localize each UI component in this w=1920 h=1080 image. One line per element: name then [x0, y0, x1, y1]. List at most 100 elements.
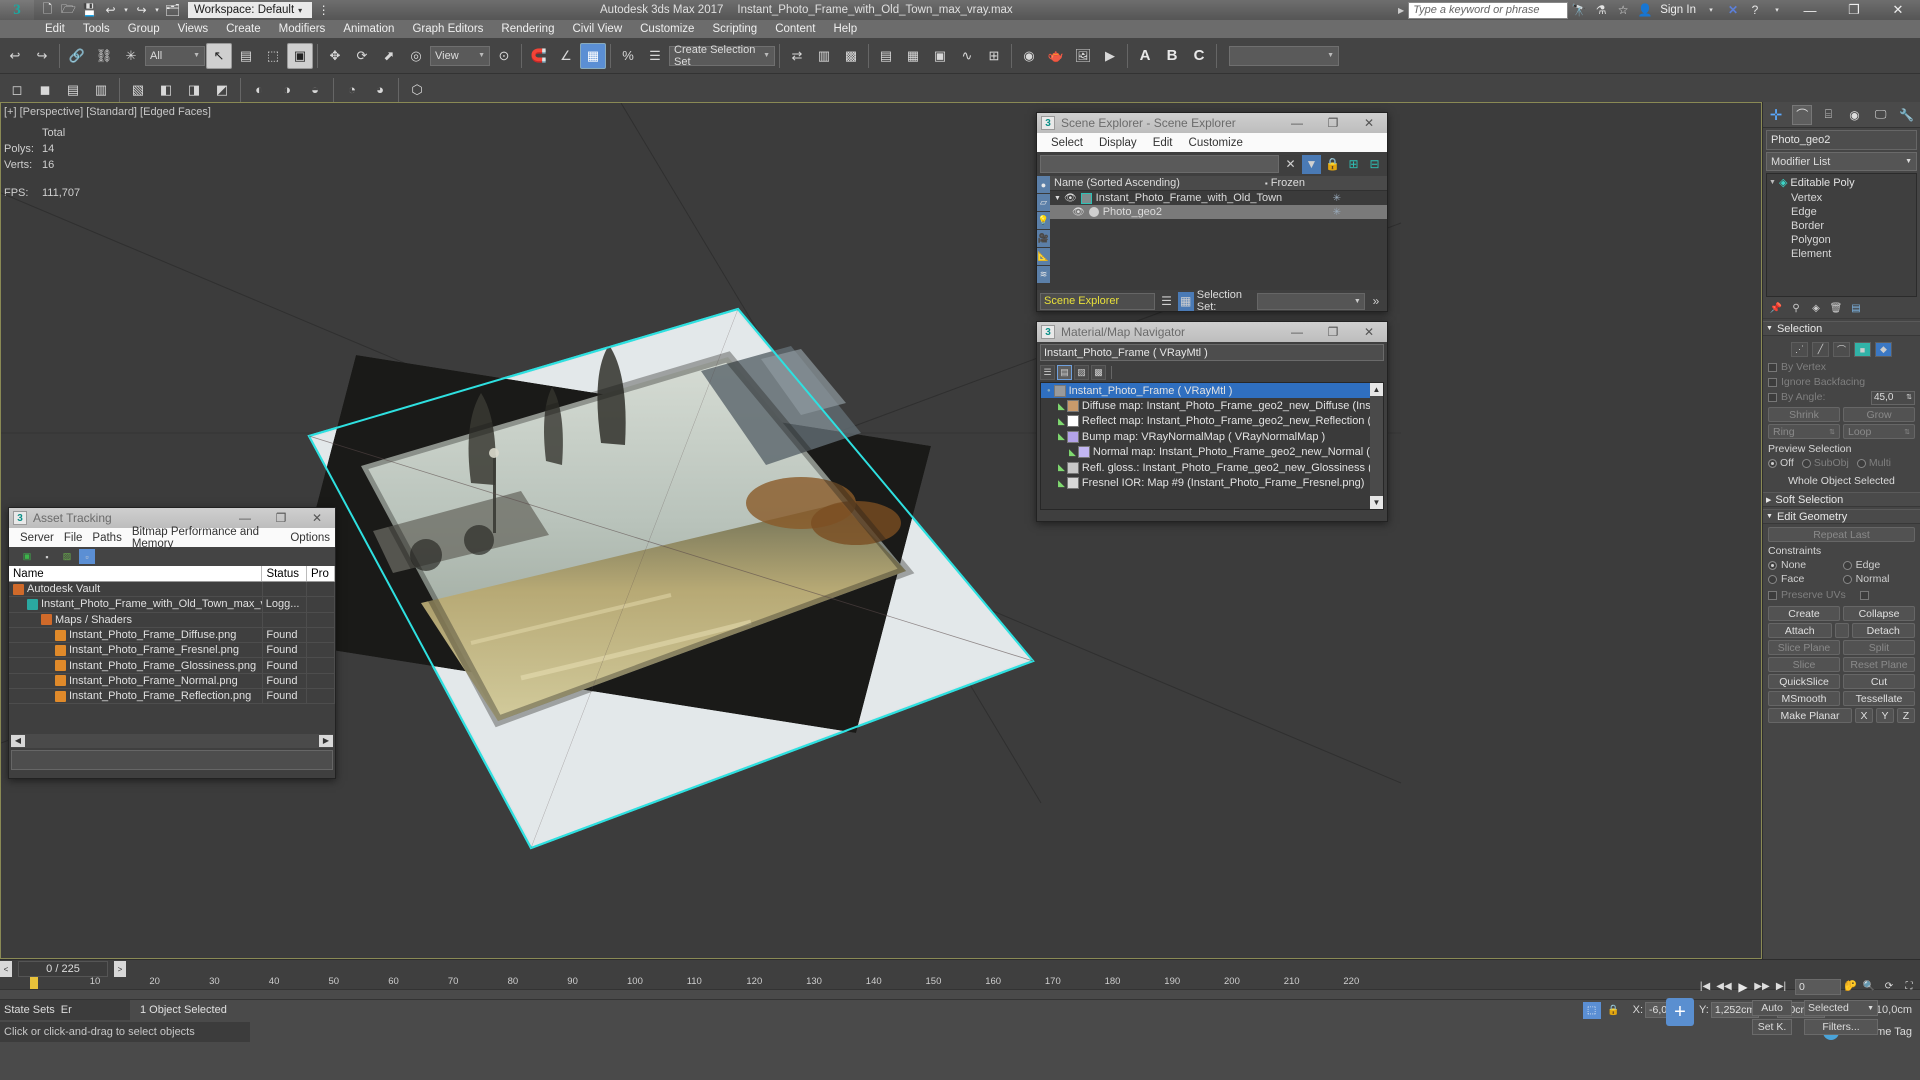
- stack-subobject-border[interactable]: Border: [1767, 219, 1916, 233]
- close-button[interactable]: ✕: [1876, 0, 1920, 20]
- vray-toolbar-icon-1[interactable]: ◻: [4, 77, 30, 103]
- view-tree-icon[interactable]: ▤: [1057, 365, 1072, 380]
- scroll-right-icon[interactable]: ▶: [319, 735, 333, 747]
- letter-b-icon[interactable]: B: [1159, 43, 1185, 69]
- menu-item-graph-editors[interactable]: Graph Editors: [403, 20, 492, 38]
- vray-toolbar-icon-9[interactable]: ◐: [246, 77, 272, 103]
- rectangular-select-icon[interactable]: ⬚: [260, 43, 286, 69]
- subobj-element-icon[interactable]: ◆: [1875, 342, 1892, 357]
- view-small-icons-icon[interactable]: ▨: [1074, 365, 1089, 380]
- scene-explorer-list[interactable]: Name (Sorted Ascending) ▪ Frozen ▼ 👁 Insta…: [1050, 176, 1387, 290]
- selection-filter-dropdown[interactable]: All ▼: [145, 45, 205, 66]
- asset-name-cell[interactable]: Instant_Photo_Frame_Glossiness.png: [9, 658, 264, 673]
- collapse-button[interactable]: Collapse: [1843, 606, 1915, 621]
- constraint-normal[interactable]: Normal: [1842, 573, 1908, 585]
- preserve-uvs-settings-icon[interactable]: [1859, 591, 1869, 600]
- asset-row[interactable]: Instant_Photo_Frame_Glossiness.png Found: [9, 658, 335, 674]
- ring-label[interactable]: Ring: [1773, 426, 1795, 438]
- slice-plane-button[interactable]: Slice Plane: [1768, 640, 1840, 655]
- preview-off-radio[interactable]: [1768, 458, 1777, 468]
- open-file-icon[interactable]: 🗁: [59, 1, 78, 19]
- key-filter-dropdown[interactable]: Selected ▼: [1804, 1000, 1878, 1016]
- vray-toolbar-icon-5[interactable]: ▧: [125, 77, 151, 103]
- slice-button[interactable]: Slice: [1768, 657, 1840, 672]
- chevron-down-icon[interactable]: ▼: [1867, 1005, 1874, 1012]
- scene-explorer-minimize[interactable]: —: [1279, 113, 1315, 133]
- menu-item-modifiers[interactable]: Modifiers: [270, 20, 335, 38]
- list-view-icon[interactable]: ☰: [1158, 292, 1174, 311]
- placement-icon[interactable]: ◎: [403, 43, 429, 69]
- scene-converter-dropdown[interactable]: ▼: [1229, 45, 1339, 66]
- redo-icon[interactable]: ↪: [132, 1, 151, 19]
- at-menu-options[interactable]: Options: [285, 532, 335, 544]
- reference-coordinate-dropdown[interactable]: View ▼: [430, 45, 490, 66]
- material-map-row[interactable]: ◣ Fresnel IOR: Map #9 (Instant_Photo_Fram…: [1041, 475, 1383, 490]
- chevron-down-icon[interactable]: ▼: [763, 52, 770, 59]
- make-planar-y-button[interactable]: Y: [1876, 708, 1894, 723]
- stack-subobject-polygon[interactable]: Polygon: [1767, 233, 1916, 247]
- undo-icon[interactable]: ↩: [101, 1, 120, 19]
- asset-row[interactable]: Maps / Shaders: [9, 612, 335, 628]
- attach-button[interactable]: Attach: [1768, 623, 1832, 638]
- loop-spinner-icon[interactable]: ⇅: [1904, 428, 1910, 436]
- tree-node-icon[interactable]: ●: [1047, 388, 1051, 394]
- workspace-selector[interactable]: Workspace: Default ▾: [188, 2, 313, 18]
- user-account-icon[interactable]: 👤: [1634, 0, 1656, 20]
- loop-label[interactable]: Loop: [1848, 426, 1871, 438]
- menu-item-animation[interactable]: Animation: [334, 20, 403, 38]
- material-map-row[interactable]: ◣ Diffuse map: Instant_Photo_Frame_geo2_n…: [1041, 398, 1383, 413]
- pivot-center-icon[interactable]: ⊙: [491, 43, 517, 69]
- unlink-icon[interactable]: ⛓: [91, 43, 117, 69]
- show-end-result-icon[interactable]: ⚲: [1789, 302, 1803, 316]
- lock-icon[interactable]: 🔒: [1323, 155, 1342, 174]
- vray-toolbar-icon-6[interactable]: ◧: [153, 77, 179, 103]
- at-menu-paths[interactable]: Paths: [87, 532, 126, 544]
- repeat-last-button[interactable]: Repeat Last: [1768, 527, 1915, 542]
- se-menu-edit[interactable]: Edit: [1145, 137, 1181, 149]
- expand-triangle-icon[interactable]: ▼: [1054, 195, 1061, 202]
- asset-row[interactable]: Instant_Photo_Frame_with_Old_Town_max_vr…: [9, 597, 335, 613]
- tessellate-button[interactable]: Tessellate: [1843, 691, 1915, 706]
- menu-item-customize[interactable]: Customize: [631, 20, 703, 38]
- select-rotate-icon[interactable]: ⟳: [349, 43, 375, 69]
- vray-toolbar-icon-2[interactable]: ◼: [32, 77, 58, 103]
- spinner-snap-icon[interactable]: %: [615, 43, 641, 69]
- timeline-bar[interactable]: 0102030405060708090100110120130140150160…: [0, 959, 1920, 999]
- col-name[interactable]: Name: [9, 566, 263, 581]
- by-angle-row[interactable]: By Angle: 45,0 ⇅: [1768, 390, 1915, 405]
- menu-item-tools[interactable]: Tools: [74, 20, 119, 38]
- tab-motion[interactable]: ◉: [1845, 105, 1865, 125]
- binoculars-icon[interactable]: 🔭: [1568, 0, 1590, 20]
- constraint-none[interactable]: None: [1768, 559, 1833, 571]
- asset-tracking-header[interactable]: Name Status Pro: [9, 566, 335, 582]
- create-button[interactable]: Create: [1768, 606, 1840, 621]
- asset-row[interactable]: Instant_Photo_Frame_Diffuse.png Found: [9, 627, 335, 644]
- scene-explorer-close[interactable]: ✕: [1351, 113, 1387, 133]
- vray-toolbar-icon-11[interactable]: ◒: [302, 77, 328, 103]
- auto-key-button[interactable]: Auto: [1752, 1000, 1792, 1016]
- modifier-list-dropdown[interactable]: Modifier List ▼: [1766, 152, 1917, 171]
- vray-toolbar-icon-14[interactable]: ⬡: [404, 77, 430, 103]
- angle-snap-icon[interactable]: ∠: [553, 43, 579, 69]
- maximize-viewport-icon[interactable]: ⛶: [1900, 978, 1918, 995]
- select-link-icon[interactable]: 🔗: [64, 43, 90, 69]
- lightbulb-icon[interactable]: ◈: [1779, 176, 1787, 189]
- menu-item-edit[interactable]: Edit: [36, 20, 74, 38]
- stack-subobject-element[interactable]: Element: [1767, 247, 1916, 261]
- tab-modify[interactable]: ⌒: [1792, 104, 1813, 125]
- material-editor-icon[interactable]: ◉: [1016, 43, 1042, 69]
- preserve-uvs-checkbox[interactable]: [1768, 591, 1777, 600]
- add-key-button[interactable]: +: [1666, 998, 1694, 1026]
- selection-rollout[interactable]: ▼ Selection ⋰ ╱ ⌒ ■ ◆ By Vertex Ignore B…: [1763, 321, 1920, 490]
- asset-row[interactable]: Instant_Photo_Frame_Reflection.png Found: [9, 689, 335, 705]
- next-frame-icon[interactable]: ▶▶: [1753, 978, 1771, 995]
- by-angle-spinner[interactable]: 45,0 ⇅: [1871, 390, 1915, 405]
- scroll-up-icon[interactable]: ▲: [1370, 383, 1383, 396]
- toggle-ribbon-icon[interactable]: ▣: [927, 43, 953, 69]
- new-file-icon[interactable]: 🗋: [38, 1, 57, 19]
- toggle-scene-explorer-icon[interactable]: ▤: [873, 43, 899, 69]
- subobj-vertex-icon[interactable]: ⋰: [1791, 342, 1808, 357]
- stack-subobject-edge[interactable]: Edge: [1767, 205, 1916, 219]
- selection-set-dropdown[interactable]: ▼: [1257, 292, 1365, 310]
- percent-snap-icon[interactable]: ▦: [580, 42, 606, 69]
